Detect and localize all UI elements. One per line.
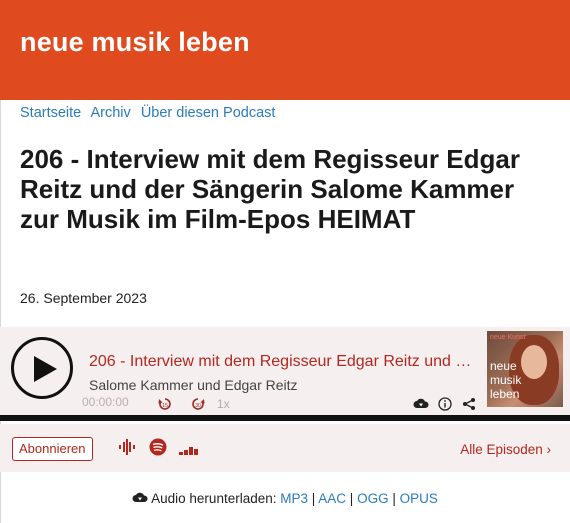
download-opus[interactable]: OPUS [400,491,438,506]
episode-subtitle: Salome Kammer und Edgar Reitz [89,377,298,393]
podcast-cover-image: neue Kunst neue musik leben [487,331,563,407]
download-row: Audio herunterladen: MP3 | AAC | OGG | O… [0,491,570,506]
download-mp3[interactable]: MP3 [280,491,308,506]
nav-startseite[interactable]: Startseite [20,105,81,121]
post-date: 26. September 2023 [20,290,147,306]
episode-title: 206 - Interview mit dem Regisseur Edgar … [89,353,474,370]
forward-icon[interactable]: 30 [191,397,205,411]
share-icon[interactable] [462,397,476,411]
cover-text: neue musik leben [490,359,522,401]
time-display: 00:00:00 [82,395,129,409]
playback-rate[interactable]: 1x [217,397,230,411]
download-label: Audio herunterladen: [151,491,277,506]
deezer-icon[interactable] [179,438,199,456]
podcast-player: 206 - Interview mit dem Regisseur Edgar … [0,327,570,420]
svg-text:15: 15 [162,403,168,409]
info-icon[interactable] [438,397,452,411]
svg-text:30: 30 [195,403,201,409]
header-bar: neue musik leben [0,0,570,100]
cover-small-text: neue Kunst [490,334,526,341]
download-separator: | [388,491,400,506]
all-episodes-link[interactable]: Alle Episoden › [460,442,551,457]
nav-archiv[interactable]: Archiv [90,105,130,121]
download-separator: | [346,491,358,506]
progress-bar[interactable] [0,415,570,421]
download-icon[interactable] [413,397,429,411]
site-title[interactable]: neue musik leben [20,27,250,58]
subscribe-button[interactable]: Abonnieren [12,437,93,461]
download-aac[interactable]: AAC [318,491,346,506]
cloud-download-icon [132,492,148,502]
download-separator: | [308,491,319,506]
nav-ueber-podcast[interactable]: Über diesen Podcast [141,105,276,121]
rewind-icon[interactable]: 15 [158,397,172,411]
post-title: 206 - Interview mit dem Regisseur Edgar … [20,144,520,234]
subscribe-bar: Abonnieren Alle Episoden › [0,424,570,472]
main-nav: Startseite Archiv Über diesen Podcast [20,105,281,121]
spotify-icon[interactable] [149,438,167,456]
play-icon [34,356,57,382]
play-button[interactable] [11,337,73,399]
podcasts-icon[interactable] [118,438,136,456]
download-ogg[interactable]: OGG [357,491,389,506]
